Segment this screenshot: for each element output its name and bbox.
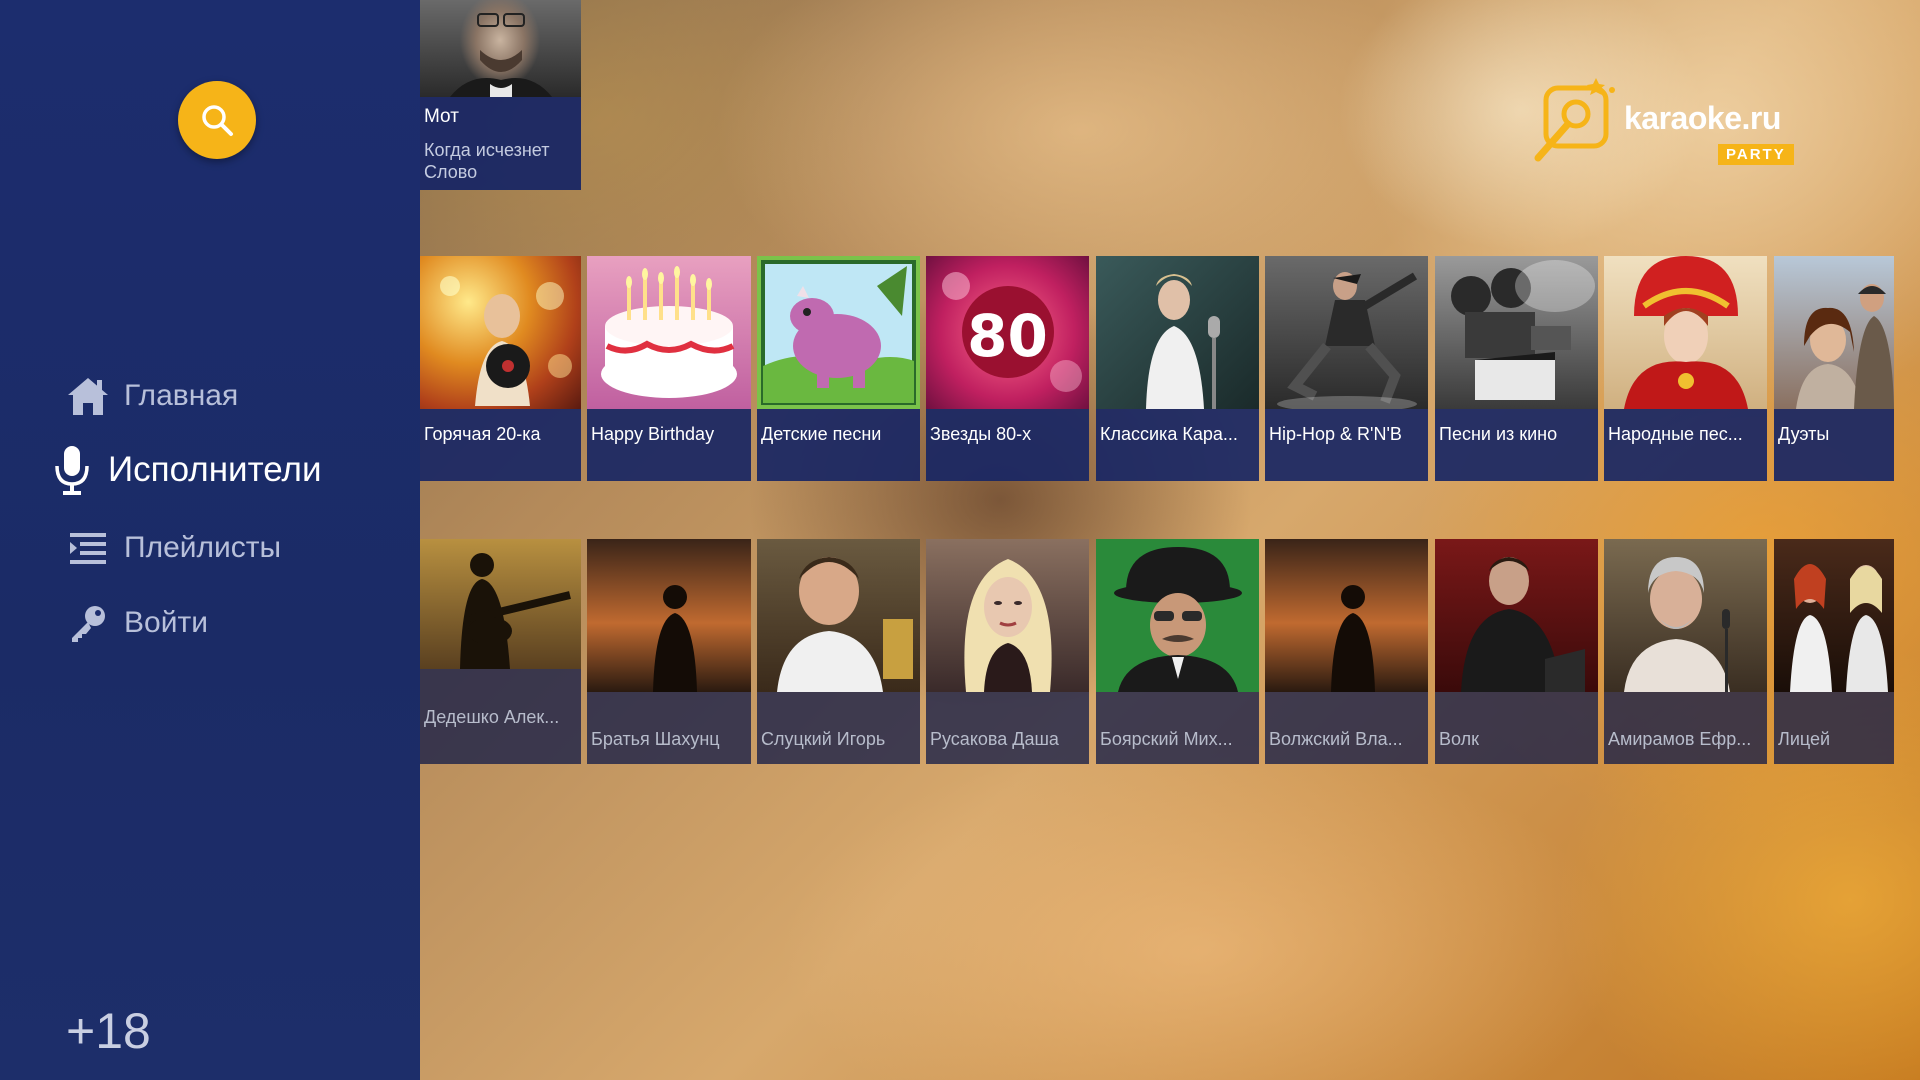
playlist-thumbnail: 80 [926,256,1089,409]
playlist-title: Hip-Hop & R'N'B [1269,424,1402,444]
microphone-icon [44,446,100,495]
playlist-card[interactable]: Народные пес... [1604,256,1767,481]
playlist-card[interactable]: Дуэты [1774,256,1894,481]
artist-name: Амирамов Ефр... [1608,729,1752,749]
artist-card[interactable]: Волк [1435,539,1598,764]
artist-name: Слуцкий Игорь [761,729,886,749]
brand-sub: PARTY [1718,144,1794,165]
home-icon [60,374,116,418]
playlist-title: Звезды 80-х [930,424,1032,444]
playlist-thumbnail [757,256,920,409]
artist-card[interactable]: Боярский Мих... [1096,539,1259,764]
playlist-card[interactable]: Классика Кара... [1096,256,1259,481]
artist-thumbnail [1435,539,1598,692]
artist-card[interactable]: Братья Шахунц [587,539,751,764]
artist-thumbnail [1604,539,1767,692]
playlist-title: Народные пес... [1608,424,1743,444]
search-icon [202,105,233,136]
artist-card[interactable]: Амирамов Ефр... [1604,539,1767,764]
artist-card[interactable]: Слуцкий Игорь [757,539,920,764]
list-icon [60,526,116,570]
playlist-thumbnail [1435,256,1598,409]
playlist-thumb-text: 80 [967,302,1048,370]
artist-thumbnail [1774,539,1894,692]
artist-name: Лицей [1778,729,1831,749]
microphone-logo-icon [1534,78,1615,162]
playlist-card[interactable]: Happy Birthday [587,256,751,481]
sidebar-item-label: Плейлисты [124,531,282,564]
sidebar: Главная Исполнители Плейлисты Войти +18 [0,0,420,1080]
sidebar-item-label: Главная [124,379,239,412]
playlist-title: Классика Кара... [1100,424,1238,444]
artist-card[interactable]: Русакова Даша [926,539,1089,764]
playlist-title: Песни из кино [1439,424,1558,444]
now-playing-artist: Мот [424,106,459,127]
key-icon [60,601,116,645]
playlist-thumbnail [420,256,581,409]
playlist-title: Happy Birthday [591,424,715,444]
age-rating-badge: +18 [66,1003,151,1059]
artist-thumbnail [1265,539,1428,692]
now-playing-song: Когда исчезнет Слово [424,140,550,182]
artist-thumbnail [420,0,581,97]
artist-thumbnail [757,539,920,692]
artist-name: Боярский Мих... [1100,729,1233,749]
playlist-title: Детские песни [761,424,882,444]
search-button[interactable] [178,81,256,159]
artist-name: Братья Шахунц [591,729,720,749]
playlist-card[interactable]: Hip-Hop & R'N'B [1265,256,1428,481]
playlist-card[interactable]: Детские песни [757,256,920,481]
artist-card[interactable]: Дедешко Алек... [420,539,581,764]
artist-thumbnail [587,539,751,692]
playlist-card[interactable]: Песни из кино [1435,256,1598,481]
now-playing-card[interactable]: Мот Когда исчезнет Слово [420,0,581,190]
playlist-title: Дуэты [1778,424,1830,444]
playlist-thumbnail [1604,256,1767,409]
sidebar-item-artists[interactable]: Исполнители [44,446,322,495]
sidebar-item-playlists[interactable]: Плейлисты [60,526,281,570]
artist-card[interactable]: Волжский Вла... [1265,539,1428,764]
playlist-card[interactable]: 80 Звезды 80-х [926,256,1089,481]
artist-card[interactable]: Лицей [1774,539,1894,764]
artist-name: Волк [1439,729,1479,749]
sidebar-item-login[interactable]: Войти [60,601,208,645]
playlist-thumbnail [587,256,751,409]
artist-name: Волжский Вла... [1269,729,1403,749]
artist-name: Русакова Даша [930,729,1059,749]
sidebar-item-label: Исполнители [108,450,322,489]
sidebar-item-label: Войти [124,606,208,639]
playlist-card[interactable]: Горячая 20-ка [420,256,581,481]
brand-name: karaoke.ru [1624,100,1781,136]
brand-logo: karaoke.ru PARTY [1532,74,1800,166]
artist-thumbnail [420,539,581,669]
artist-thumbnail [1096,539,1259,692]
playlist-thumbnail [1265,256,1428,409]
artist-thumbnail [926,539,1089,692]
artist-name: Дедешко Алек... [424,707,560,727]
sidebar-item-home[interactable]: Главная [60,374,238,418]
playlist-thumbnail [1774,256,1894,409]
playlist-thumbnail [1096,256,1259,409]
playlist-title: Горячая 20-ка [424,424,541,444]
